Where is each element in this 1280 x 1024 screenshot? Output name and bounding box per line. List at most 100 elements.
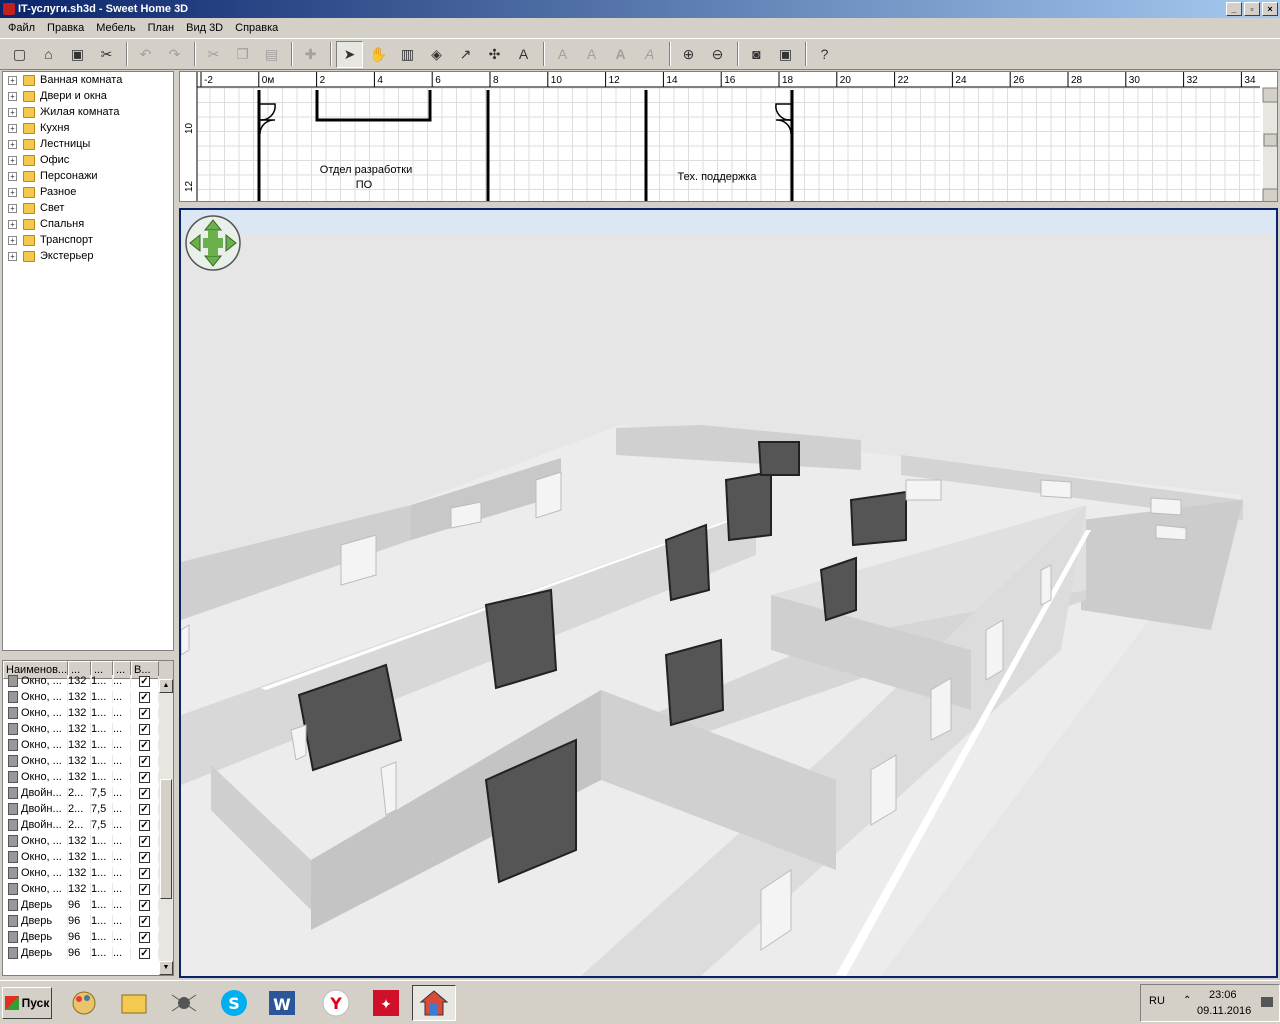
3d-scene[interactable] xyxy=(181,210,1276,976)
copy-icon[interactable]: ❐ xyxy=(229,41,256,68)
close-button[interactable]: × xyxy=(1262,2,1278,16)
save-file-icon[interactable]: ▣ xyxy=(64,41,91,68)
table-row[interactable]: Двойн... 2... 7,5... ✓ xyxy=(3,817,173,833)
menu-3d-view[interactable]: Вид 3D xyxy=(180,22,229,34)
table-row[interactable]: Окно, ... 132 1...... ✓ xyxy=(3,721,173,737)
acrobat-icon[interactable]: ✦ xyxy=(364,985,408,1021)
visible-checkbox[interactable]: ✓ xyxy=(139,755,150,767)
scroll-down-icon[interactable]: ▼ xyxy=(159,961,173,975)
visible-checkbox[interactable]: ✓ xyxy=(139,931,150,943)
preferences-icon[interactable]: ✂ xyxy=(93,41,120,68)
table-row[interactable]: Окно, ... 132 1...... ✓ xyxy=(3,833,173,849)
yandex-browser-icon[interactable]: Y xyxy=(314,985,358,1021)
visible-checkbox[interactable]: ✓ xyxy=(139,819,150,831)
table-row[interactable]: Двойн... 2... 7,5... ✓ xyxy=(3,785,173,801)
cut-icon[interactable]: ✂ xyxy=(200,41,227,68)
table-row[interactable]: Дверь 96 1...... ✓ xyxy=(3,929,173,945)
menu-file[interactable]: Файл xyxy=(2,22,41,34)
catalog-item[interactable]: + Транспорт xyxy=(3,232,173,248)
spider-icon[interactable] xyxy=(162,985,206,1021)
catalog-item[interactable]: + Свет xyxy=(3,200,173,216)
create-video-icon[interactable]: ▣ xyxy=(772,41,799,68)
split-handle[interactable] xyxy=(0,652,176,660)
visible-checkbox[interactable]: ✓ xyxy=(139,739,150,751)
navigation-arrows-icon[interactable] xyxy=(185,215,241,271)
new-file-icon[interactable]: ▢ xyxy=(6,41,33,68)
visible-checkbox[interactable]: ✓ xyxy=(139,867,150,879)
language-indicator[interactable]: RU xyxy=(1149,995,1165,1007)
scroll-up-icon[interactable]: ▲ xyxy=(159,679,173,693)
pan-mode-icon[interactable]: ✋ xyxy=(365,41,392,68)
help-icon[interactable]: ? xyxy=(811,41,838,68)
paste-icon[interactable]: ▤ xyxy=(258,41,285,68)
open-file-icon[interactable]: ⌂ xyxy=(35,41,62,68)
catalog-item[interactable]: + Лестницы xyxy=(3,136,173,152)
italic-text-icon[interactable]: A xyxy=(636,41,663,68)
decrease-text-icon[interactable]: A xyxy=(578,41,605,68)
table-row[interactable]: Окно, ... 132 1...... ✓ xyxy=(3,753,173,769)
increase-text-icon[interactable]: A xyxy=(549,41,576,68)
show-desktop-icon[interactable] xyxy=(1261,997,1273,1007)
bold-text-icon[interactable]: A xyxy=(607,41,634,68)
catalog-item[interactable]: + Кухня xyxy=(3,120,173,136)
create-photo-icon[interactable]: ◙ xyxy=(743,41,770,68)
table-scrollbar[interactable]: ▲ ▼ xyxy=(159,679,173,975)
word-icon[interactable]: W xyxy=(260,985,304,1021)
skype-icon[interactable]: S xyxy=(212,985,256,1021)
table-row[interactable]: Окно, ... 132 1...... ✓ xyxy=(3,705,173,721)
visible-checkbox[interactable]: ✓ xyxy=(139,835,150,847)
tray-expand-icon[interactable]: ⌃ xyxy=(1183,995,1191,1006)
catalog-item[interactable]: + Экстерьер xyxy=(3,248,173,264)
plan-view[interactable]: -2 0м 2 4 6 8 10 12 14 16 18 20 22 24 26 28 30 32 34 10 12 От… xyxy=(179,71,1278,202)
plan-canvas[interactable]: -2 0м 2 4 6 8 10 12 14 16 18 20 22 24 26 28 30 32 341012От… xyxy=(180,72,1278,202)
visible-checkbox[interactable]: ✓ xyxy=(139,675,150,687)
room-label[interactable]: ПО xyxy=(356,179,373,191)
catalog-item[interactable]: + Жилая комната xyxy=(3,104,173,120)
restore-button[interactable]: ▫ xyxy=(1244,2,1260,16)
visible-checkbox[interactable]: ✓ xyxy=(139,723,150,735)
paint-icon[interactable] xyxy=(62,985,106,1021)
visible-checkbox[interactable]: ✓ xyxy=(139,691,150,703)
visible-checkbox[interactable]: ✓ xyxy=(139,707,150,719)
3d-view[interactable] xyxy=(179,208,1278,978)
sweet-home-3d-icon[interactable] xyxy=(412,985,456,1021)
zoom-in-icon[interactable]: ⊕ xyxy=(675,41,702,68)
menu-help[interactable]: Справка xyxy=(229,22,284,34)
undo-icon[interactable]: ↶ xyxy=(132,41,159,68)
create-polylines-icon[interactable]: ↗ xyxy=(452,41,479,68)
table-row[interactable]: Окно, ... 132 1...... ✓ xyxy=(3,737,173,753)
catalog-item[interactable]: + Спальня xyxy=(3,216,173,232)
visible-checkbox[interactable]: ✓ xyxy=(139,947,150,959)
catalog-item[interactable]: + Двери и окна xyxy=(3,88,173,104)
menu-furniture[interactable]: Мебель xyxy=(90,22,141,34)
scroll-thumb[interactable] xyxy=(160,779,172,899)
select-mode-icon[interactable]: ➤ xyxy=(336,40,363,68)
redo-icon[interactable]: ↷ xyxy=(161,41,188,68)
catalog-item[interactable]: + Персонажи xyxy=(3,168,173,184)
furniture-catalog-tree[interactable]: + Ванная комната + Двери и окна + Жилая ком… xyxy=(2,71,174,651)
table-row[interactable]: Окно, ... 132 1...... ✓ xyxy=(3,849,173,865)
table-row[interactable]: Дверь 96 1...... ✓ xyxy=(3,897,173,913)
catalog-item[interactable]: + Ванная комната xyxy=(3,72,173,88)
visible-checkbox[interactable]: ✓ xyxy=(139,787,150,799)
create-rooms-icon[interactable]: ◈ xyxy=(423,41,450,68)
create-dimensions-icon[interactable]: ✣ xyxy=(481,41,508,68)
table-row[interactable]: Окно, ... 132 1...... ✓ xyxy=(3,881,173,897)
room-label[interactable]: Тех. поддержка xyxy=(677,171,757,183)
menu-edit[interactable]: Правка xyxy=(41,22,90,34)
table-row[interactable]: Окно, ... 132 1...... ✓ xyxy=(3,689,173,705)
table-row[interactable]: Дверь 96 1...... ✓ xyxy=(3,913,173,929)
table-row[interactable]: Окно, ... 132 1...... ✓ xyxy=(3,769,173,785)
room-label[interactable]: Отдел разработки xyxy=(320,164,412,176)
table-row[interactable]: Окно, ... 132 1...... ✓ xyxy=(3,673,173,689)
visible-checkbox[interactable]: ✓ xyxy=(139,771,150,783)
visible-checkbox[interactable]: ✓ xyxy=(139,883,150,895)
start-button[interactable]: Пуск xyxy=(2,987,52,1019)
minimize-button[interactable]: _ xyxy=(1226,2,1242,16)
catalog-item[interactable]: + Разное xyxy=(3,184,173,200)
furniture-table[interactable]: Наименов... ... ... ... В... Окно, ... 13… xyxy=(2,660,174,976)
visible-checkbox[interactable]: ✓ xyxy=(139,899,150,911)
table-row[interactable]: Окно, ... 132 1...... ✓ xyxy=(3,865,173,881)
menu-plan[interactable]: План xyxy=(142,22,181,34)
file-explorer-icon[interactable] xyxy=(112,985,156,1021)
